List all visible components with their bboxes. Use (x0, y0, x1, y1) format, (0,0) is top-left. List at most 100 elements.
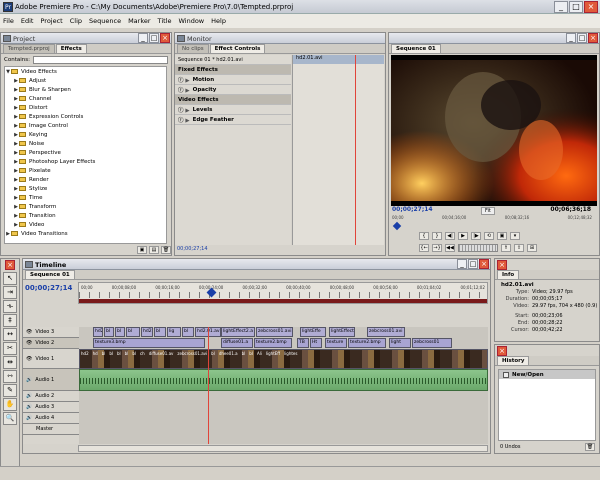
menu-project[interactable]: Project (40, 17, 62, 25)
rolling-edit-tool-icon[interactable]: ‡ (3, 314, 17, 327)
go-to-out-icon[interactable]: →} (432, 244, 442, 252)
clip-v2[interactable]: light (389, 338, 411, 348)
tab-history[interactable]: History (497, 356, 530, 365)
contains-input[interactable] (32, 55, 168, 64)
fit-dropdown[interactable]: Fit (481, 207, 495, 215)
clip-v2[interactable]: diffuse01.a (221, 338, 253, 348)
clip-v3[interactable]: bl (126, 327, 140, 337)
track-area[interactable]: hd2. bl bl bl hd2. bl lig bl hd2.01.avi … (79, 327, 488, 444)
hand-tool-icon[interactable]: ✋ (3, 398, 17, 411)
menu-sequence[interactable]: Sequence (89, 17, 121, 25)
menu-edit[interactable]: Edit (21, 17, 34, 25)
minimize-button[interactable]: _ (138, 33, 148, 43)
tree-item[interactable]: ▼ Video Effects (5, 67, 166, 76)
maximize-button[interactable]: □ (468, 259, 478, 269)
tree-item[interactable]: ▶ Distort (5, 103, 166, 112)
menu-marker[interactable]: Marker (128, 17, 150, 25)
tree-item[interactable]: ▶ Pixelate (5, 166, 166, 175)
loop-icon[interactable]: ⟲ (484, 232, 494, 240)
slide-tool-icon[interactable]: ⇿ (3, 370, 17, 383)
playhead[interactable] (208, 327, 209, 444)
clip-v3[interactable]: lightEffect1 (329, 327, 355, 337)
tab-effect-controls[interactable]: Effect Controls (209, 44, 266, 53)
time-ruler[interactable]: 00;0000;00;08;0000;00;16;0000;00;24;0000… (78, 282, 488, 304)
clip-v2[interactable]: texture2.bmp (348, 338, 386, 348)
maximize-button[interactable]: □ (149, 33, 159, 43)
tree-item[interactable]: ▶ Transform (5, 202, 166, 211)
program-timecode[interactable]: 00;00;27;14 (392, 206, 433, 213)
effect-timecode[interactable]: 00;00;27;14 (177, 246, 208, 252)
tab-sequence[interactable]: Sequence 01 (25, 270, 75, 279)
minimize-button[interactable]: _ (566, 33, 576, 43)
clip-v3[interactable]: hd2. (141, 327, 153, 337)
clip-v3[interactable]: bl (115, 327, 125, 337)
video-1-strip[interactable]: hd2 hd bl bl bl bl bl ch diffuse01.av zebcross01.… (79, 349, 488, 369)
clip-v2[interactable]: TB (297, 338, 309, 348)
close-button[interactable]: × (497, 260, 507, 270)
step-forward-icon[interactable]: |▶ (471, 232, 481, 240)
razor-tool-icon[interactable]: ✂ (3, 342, 17, 355)
tree-item[interactable]: ▶ Render (5, 175, 166, 184)
effect-levels[interactable]: ⓕ ▶ Levels (175, 105, 291, 115)
menu-window[interactable]: Window (178, 17, 204, 25)
close-button[interactable]: × (497, 346, 507, 356)
program-ruler[interactable]: 00;00 00;04;16;00 00;08;32;16 00;12;48;32 (392, 215, 592, 223)
rate-stretch-tool-icon[interactable]: ↔ (3, 328, 17, 341)
clip-v3[interactable]: lightEffect2.a (221, 327, 255, 337)
audio-1-clip[interactable] (79, 369, 488, 391)
timeline-scrollbar[interactable] (78, 445, 488, 452)
effect-motion[interactable]: ⓕ ▶ Motion (175, 75, 291, 85)
history-item[interactable]: New/Open (499, 370, 595, 379)
clip-v2[interactable]: Ht (310, 338, 322, 348)
tree-item[interactable]: ▶ Keying (5, 130, 166, 139)
close-button[interactable]: × (160, 33, 170, 43)
trash-icon[interactable]: 🗑 (585, 443, 595, 451)
tree-item[interactable]: ▶ Noise (5, 139, 166, 148)
minimize-button[interactable]: _ (554, 1, 568, 13)
menu-title[interactable]: Title (158, 17, 172, 25)
track-select-tool-icon[interactable]: ⇥ (3, 286, 17, 299)
effect-timeline[interactable]: hd2.01.avi (292, 55, 384, 245)
tree-item[interactable]: ▶ Photoshop Layer Effects (5, 157, 166, 166)
extract-icon[interactable]: ⇧ (514, 244, 524, 252)
timeline-timecode[interactable]: 00;00;27;14 (25, 284, 72, 292)
new-bin-icon[interactable]: ▣ (137, 246, 147, 254)
slip-tool-icon[interactable]: ⇹ (3, 356, 17, 369)
pen-tool-icon[interactable]: ✎ (3, 384, 17, 397)
playhead[interactable] (355, 55, 356, 245)
clip-v2[interactable]: zebcross01 (412, 338, 452, 348)
play-icon[interactable]: ▶ (458, 232, 468, 240)
tree-item[interactable]: ▶ Channel (5, 94, 166, 103)
tab-source[interactable]: No clips (177, 44, 209, 53)
rewind-icon[interactable]: ◀◀ (445, 244, 455, 252)
program-playhead[interactable] (392, 221, 402, 231)
clip-v3[interactable]: lightEffe (300, 327, 326, 337)
tab-project[interactable]: Tempted.prproj (3, 44, 55, 53)
tree-item[interactable]: ▶ Adjust (5, 76, 166, 85)
ripple-edit-tool-icon[interactable]: ⟛ (3, 300, 17, 313)
clip-v3[interactable]: lig (167, 327, 181, 337)
clip-v2[interactable]: texture (325, 338, 347, 348)
clip-v3[interactable]: bl (182, 327, 194, 337)
new-item-icon[interactable]: ▤ (149, 246, 159, 254)
tree-item[interactable]: ▶ Image Control (5, 121, 166, 130)
zoom-tool-icon[interactable]: 🔍 (3, 412, 17, 425)
tree-item[interactable]: ▶ Video (5, 220, 166, 229)
menu-clip[interactable]: Clip (70, 17, 82, 25)
tab-sequence[interactable]: Sequence 01 (391, 44, 441, 53)
mark-in-icon[interactable]: { (419, 232, 429, 240)
close-button[interactable]: × (5, 260, 15, 270)
trim-icon[interactable]: ⊞ (527, 244, 537, 252)
clip-v2[interactable]: texture3.bmp (93, 338, 205, 348)
minimize-button[interactable]: _ (457, 259, 467, 269)
tree-item[interactable]: ▶ Transition (5, 211, 166, 220)
clip-v3[interactable]: zebcross01.avi (367, 327, 405, 337)
close-button[interactable]: × (588, 33, 598, 43)
trash-icon[interactable]: 🗑 (161, 246, 171, 254)
clip-v3[interactable]: zebcross01.avi (256, 327, 293, 337)
tab-info[interactable]: Info (497, 270, 520, 279)
close-button[interactable]: × (584, 1, 598, 13)
tree-item[interactable]: ▶ Blur & Sharpen (5, 85, 166, 94)
safe-margins-icon[interactable]: ▣ (497, 232, 507, 240)
tree-item[interactable]: ▶ Video Transitions (5, 229, 166, 238)
